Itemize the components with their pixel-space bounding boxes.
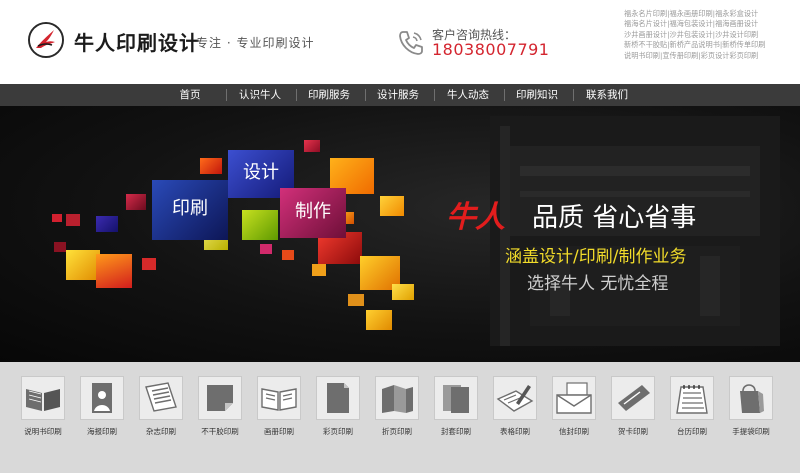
form-pen-icon [496, 385, 534, 412]
greeting-card-icon [618, 385, 650, 411]
printing-machine-image [490, 116, 780, 346]
nav-item-news[interactable]: 牛人动态 [438, 84, 498, 106]
tote-bag-icon [740, 384, 764, 413]
folder-icon [443, 385, 469, 413]
product-poster[interactable]: 海报印刷 [74, 376, 130, 437]
nav-divider [573, 89, 574, 101]
tile-design-label: 设计 [243, 162, 279, 183]
product-label: 杂志印刷 [146, 427, 176, 436]
banner-headline: 品质 省心省事 [532, 203, 697, 233]
color-square [380, 196, 404, 216]
product-label: 折页印刷 [382, 427, 412, 436]
product-label: 手提袋印刷 [732, 427, 770, 436]
tile-printing: 印刷 [152, 180, 228, 240]
banner-subline: 涵盖设计/印刷/制作业务 [505, 247, 687, 267]
product-label: 台历印刷 [677, 427, 707, 436]
brand-name[interactable]: 牛人印刷设计 [74, 27, 200, 56]
product-magazine[interactable]: 杂志印刷 [133, 376, 189, 437]
color-square [96, 254, 132, 288]
folded-leaflet-icon [382, 385, 413, 413]
product-color-page[interactable]: 彩页印刷 [310, 376, 366, 437]
product-greeting-card[interactable]: 贺卡印刷 [605, 376, 661, 437]
product-sticker[interactable]: 不干胶印刷 [192, 376, 248, 437]
nav-item-contact[interactable]: 联系我们 [577, 84, 637, 106]
album-icon [261, 388, 297, 411]
color-square [96, 216, 118, 232]
banner-brand-text: 牛人 [446, 200, 505, 235]
banner-tagline: 选择牛人 无忧全程 [527, 274, 669, 294]
nav-divider [226, 89, 227, 101]
product-label: 封套印刷 [441, 427, 471, 436]
envelope-icon [556, 382, 592, 414]
product-label: 海报印刷 [87, 427, 117, 436]
keyword-line[interactable]: 福海名片设计|福海包装设计|福海画册设计 [624, 19, 796, 29]
nav-item-design[interactable]: 设计服务 [368, 84, 428, 106]
product-label: 彩页印刷 [323, 427, 353, 436]
hotline-number[interactable]: 18038007791 [432, 40, 549, 59]
color-square [366, 310, 392, 330]
color-page-icon [327, 383, 349, 413]
product-desk-calendar[interactable]: 台历印刷 [664, 376, 720, 437]
nav-divider [296, 89, 297, 101]
product-bar: 说明书印刷 海报印刷 杂志印刷 不干胶印刷 画册印刷 彩页印刷 折页印刷 封套印… [0, 362, 800, 473]
product-label: 画册印刷 [264, 427, 294, 436]
product-envelope[interactable]: 信封印刷 [546, 376, 602, 437]
color-square [282, 250, 294, 260]
color-square [142, 258, 156, 270]
product-label: 说明书印刷 [24, 427, 62, 436]
nav-item-printing[interactable]: 印刷服务 [299, 84, 359, 106]
hero-banner[interactable]: 设计 印刷 制作 牛人 品质 省心省事 涵盖设计/印刷/制作业务 选择牛人 无忧… [0, 106, 800, 362]
brand-slogan: 专注 · 专业印刷设计 [196, 36, 315, 50]
phone-icon [399, 31, 423, 55]
site-header: 牛人印刷设计 专注 · 专业印刷设计 客户咨询热线： 18038007791 福… [0, 0, 800, 84]
product-label: 不干胶印刷 [201, 427, 239, 436]
color-square [392, 284, 414, 300]
product-form[interactable]: 表格印刷 [487, 376, 543, 437]
color-square [348, 294, 364, 306]
nav-item-about[interactable]: 认识牛人 [230, 84, 290, 106]
color-square [260, 244, 272, 254]
desk-calendar-icon [676, 385, 708, 414]
product-label: 表格印刷 [500, 427, 530, 436]
nav-divider [434, 89, 435, 101]
product-manual[interactable]: 说明书印刷 [15, 376, 71, 437]
keyword-line[interactable]: 福永名片印刷|福永画册印刷|福永彩盒设计 [624, 9, 796, 19]
product-tote-bag[interactable]: 手提袋印刷 [723, 376, 779, 437]
magazine-icon [145, 382, 177, 412]
color-square [52, 214, 62, 222]
color-square [304, 140, 320, 152]
color-square [54, 242, 66, 252]
color-square [126, 194, 146, 210]
keyword-line[interactable]: 新桥不干胶贴|新桥产品说明书|新桥传单印刷 [624, 40, 796, 50]
color-square [242, 210, 278, 240]
nav-item-knowledge[interactable]: 印刷知识 [507, 84, 567, 106]
open-book-icon [26, 389, 60, 411]
color-square [66, 250, 100, 280]
color-square [66, 214, 80, 226]
logo-icon[interactable] [28, 22, 64, 58]
keyword-line[interactable]: 沙井画册设计|沙井包装设计|沙井设计印刷 [624, 30, 796, 40]
sticker-icon [207, 385, 233, 411]
keyword-line[interactable]: 说明书印刷|宣传册印刷|彩页设计彩页印刷 [624, 51, 796, 61]
poster-icon [92, 383, 112, 413]
color-square [312, 264, 326, 276]
nav-divider [504, 89, 505, 101]
product-folder[interactable]: 封套印刷 [428, 376, 484, 437]
nav-item-home[interactable]: 首页 [160, 84, 220, 106]
tile-printing-label: 印刷 [172, 198, 208, 219]
nav-divider [365, 89, 366, 101]
tile-production: 制作 [280, 188, 346, 238]
product-label: 信封印刷 [559, 427, 589, 436]
product-label: 贺卡印刷 [618, 427, 648, 436]
keyword-links: 福永名片印刷|福永画册印刷|福永彩盒设计 福海名片设计|福海包装设计|福海画册设… [624, 9, 796, 61]
color-square [200, 158, 222, 174]
main-nav: 首页 认识牛人 印刷服务 设计服务 牛人动态 印刷知识 联系我们 [0, 84, 800, 106]
product-leaflet[interactable]: 折页印刷 [369, 376, 425, 437]
product-album[interactable]: 画册印刷 [251, 376, 307, 437]
tile-production-label: 制作 [295, 201, 331, 222]
